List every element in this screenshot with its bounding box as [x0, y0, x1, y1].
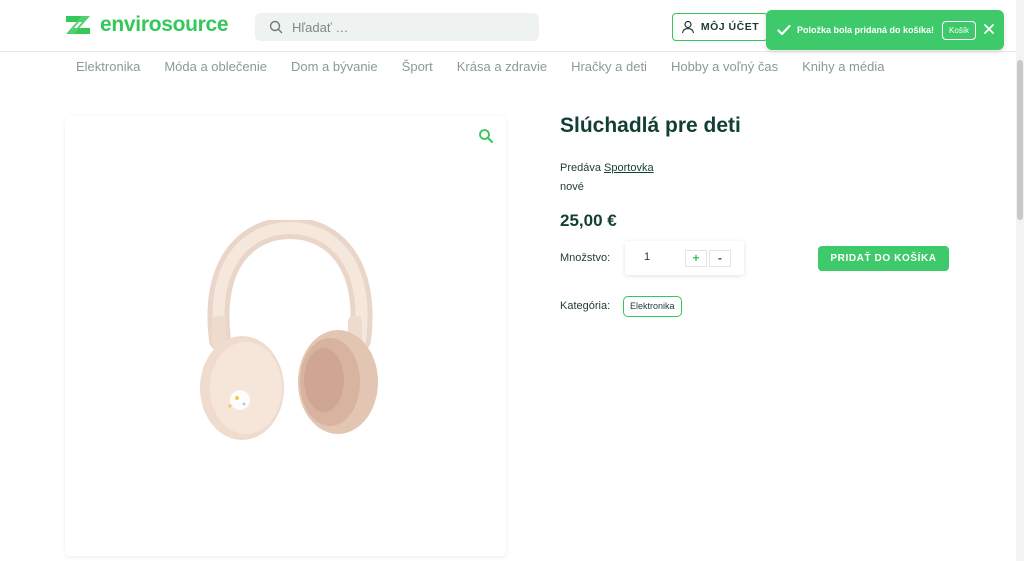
product-price: 25,00 € — [560, 211, 617, 230]
user-icon — [681, 20, 694, 34]
nav-item-hobby[interactable]: Hobby a voľný čas — [659, 58, 790, 76]
toast-cart-button[interactable]: Košík — [942, 20, 977, 40]
nav-item-krasa[interactable]: Krása a zdravie — [445, 58, 559, 76]
quantity-increase-button[interactable]: + — [685, 250, 707, 267]
added-to-cart-toast: Položka bola pridaná do košíka! Košík — [766, 10, 1004, 50]
product-title: Slúchadlá pre deti — [560, 114, 741, 137]
nav-item-knihy[interactable]: Knihy a média — [790, 58, 896, 76]
nav-item-elektronika[interactable]: Elektronika — [64, 58, 152, 76]
logo-text: envirosource — [100, 13, 229, 36]
search-icon — [269, 20, 283, 34]
nav-item-dom[interactable]: Dom a bývanie — [279, 58, 390, 76]
logo[interactable]: envirosource — [64, 13, 229, 37]
scrollbar-thumb[interactable] — [1017, 60, 1023, 220]
close-icon[interactable] — [982, 22, 996, 36]
page-scrollbar[interactable] — [1016, 0, 1024, 561]
logo-icon — [66, 16, 90, 34]
my-account-label: MÔJ ÚČET — [700, 21, 760, 33]
nav-item-moda[interactable]: Móda a oblečenie — [152, 58, 279, 76]
zoom-icon[interactable] — [478, 128, 494, 144]
seller-prefix: Predáva — [560, 162, 601, 174]
quantity-label: Množstvo: — [560, 252, 611, 264]
nav-item-hracky[interactable]: Hračky a deti — [559, 58, 659, 76]
search-input[interactable] — [292, 19, 522, 35]
seller-info: Predáva Sportovka — [560, 162, 654, 174]
seller-link[interactable]: Sportovka — [604, 162, 654, 174]
category-badge[interactable]: Elektronika — [623, 296, 682, 317]
product-image-card[interactable] — [65, 116, 506, 556]
quantity-input[interactable]: 1 — [644, 251, 650, 263]
product-image-headphones — [200, 220, 378, 440]
nav-item-sport[interactable]: Šport — [390, 58, 445, 76]
add-to-cart-button[interactable]: PRIDAŤ DO KOŠÍKA — [818, 246, 949, 271]
quantity-decrease-button[interactable]: - — [709, 250, 731, 267]
toast-message: Položka bola pridaná do košíka! — [797, 25, 935, 35]
quantity-stepper: 1 + - — [625, 241, 744, 275]
product-condition: nové — [560, 181, 584, 193]
my-account-button[interactable]: MÔJ ÚČET — [672, 13, 768, 41]
checkmark-icon — [777, 24, 791, 36]
category-label: Kategória: — [560, 300, 611, 312]
category-nav: Elektronika Móda a oblečenie Dom a bývan… — [64, 58, 896, 76]
search-bar[interactable] — [255, 13, 539, 41]
